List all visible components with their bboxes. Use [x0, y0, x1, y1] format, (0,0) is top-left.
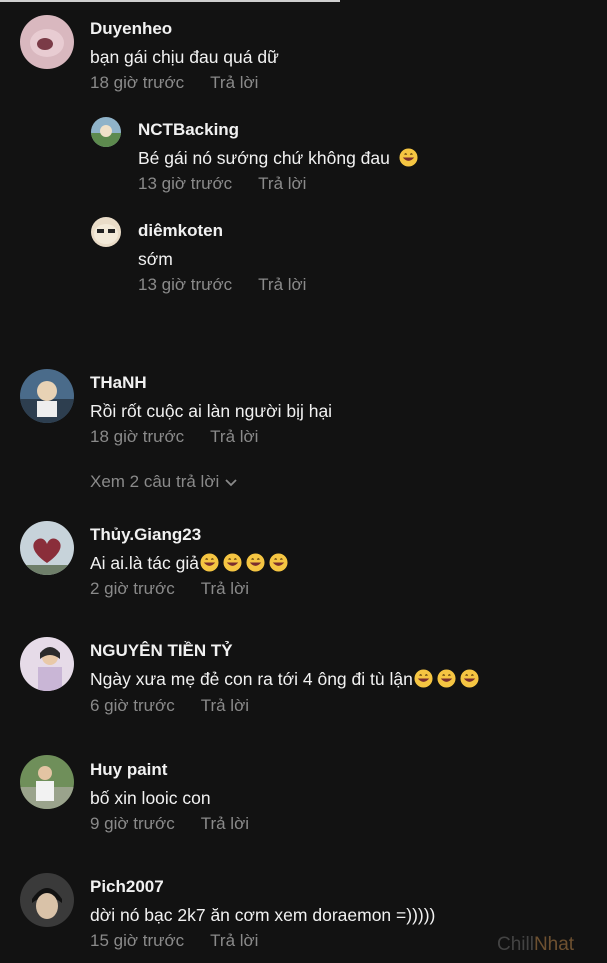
comment-time: 2 giờ trước — [90, 579, 175, 598]
grinning-emoji-icon — [223, 553, 242, 572]
comment-time: 15 giờ trước — [90, 931, 185, 950]
view-replies-button[interactable]: Xem 2 câu trả lời — [90, 472, 237, 492]
comment-text-row: Ai ai.là tác giả — [90, 553, 288, 574]
comment-meta: 13 giờ trước Trả lời — [138, 174, 306, 194]
reply-button[interactable]: Trả lời — [210, 931, 258, 951]
comment-time: 18 giờ trước — [90, 427, 185, 446]
comment-text: Ngày xưa mẹ đẻ con ra tới 4 ông đi tù lậ… — [90, 669, 413, 689]
comment-meta: 15 giờ trước Trả lời — [90, 931, 258, 951]
comment-text: Rồi rốt cuộc ai làn người bịj hại — [90, 401, 333, 421]
avatar[interactable] — [20, 637, 74, 691]
comment-time: 6 giờ trước — [90, 696, 175, 715]
comment-author[interactable]: THaNH — [90, 373, 147, 393]
comment-text: bố xin looic con — [90, 788, 211, 808]
reply-button[interactable]: Trả lời — [201, 579, 249, 599]
comment-meta: 2 giờ trước Trả lời — [90, 579, 249, 599]
comment-text: dời nó bạc 2k7 ăn cơm xem doraemon =))))… — [90, 905, 436, 925]
comment-author[interactable]: Huy paint — [90, 760, 167, 780]
comment-meta: 18 giờ trước Trả lời — [90, 73, 258, 93]
view-replies-label: Xem 2 câu trả lời — [90, 472, 220, 491]
comment-author[interactable]: Pich2007 — [90, 877, 164, 897]
comment-author[interactable]: NGUYÊN TIỀN TỶ — [90, 641, 233, 661]
grinning-emoji-icon — [269, 553, 288, 572]
comment-text: Bé gái nó sướng chứ không đau — [138, 148, 390, 168]
grinning-emoji-icon — [414, 669, 433, 688]
comment-text: bạn gái chịu đau quá dữ — [90, 47, 279, 67]
avatar[interactable] — [91, 217, 121, 247]
grinning-emoji-icon — [460, 669, 479, 688]
comment-meta: 18 giờ trước Trả lời — [90, 427, 258, 447]
reply-button[interactable]: Trả lời — [201, 696, 249, 716]
comment-time: 13 giờ trước — [138, 174, 233, 193]
comment-author[interactable]: diêmkoten — [138, 221, 223, 241]
comment-author[interactable]: Thủy.Giang23 — [90, 525, 201, 545]
grinning-emoji-icon — [399, 148, 418, 167]
avatar[interactable] — [20, 521, 74, 575]
comment-meta: 9 giờ trước Trả lời — [90, 814, 249, 834]
comment-time: 13 giờ trước — [138, 275, 233, 294]
comment-text: Ai ai.là tác giả — [90, 553, 199, 573]
reply-button[interactable]: Trả lời — [210, 73, 258, 93]
comment-text-row: Bé gái nó sướng chứ không đau — [138, 148, 418, 169]
avatar[interactable] — [20, 15, 74, 69]
avatar[interactable] — [20, 369, 74, 423]
grinning-emoji-icon — [246, 553, 265, 572]
comment-meta: 13 giờ trước Trả lời — [138, 275, 306, 295]
reply-button[interactable]: Trả lời — [258, 275, 306, 295]
grinning-emoji-icon — [200, 553, 219, 572]
grinning-emoji-icon — [437, 669, 456, 688]
comment-author[interactable]: Duyenheo — [90, 19, 172, 39]
comment-time: 9 giờ trước — [90, 814, 175, 833]
watermark: ChillNhat — [497, 934, 574, 956]
comment-meta: 6 giờ trước Trả lời — [90, 696, 249, 716]
chevron-down-icon — [225, 479, 237, 487]
avatar[interactable] — [20, 755, 74, 809]
reply-button[interactable]: Trả lời — [210, 427, 258, 447]
comment-text: sớm — [138, 249, 173, 269]
reply-button[interactable]: Trả lời — [258, 174, 306, 194]
scroll-indicator — [0, 0, 340, 2]
comment-time: 18 giờ trước — [90, 73, 185, 92]
reply-button[interactable]: Trả lời — [201, 814, 249, 834]
avatar[interactable] — [20, 873, 74, 927]
avatar[interactable] — [91, 117, 121, 147]
comment-text-row: Ngày xưa mẹ đẻ con ra tới 4 ông đi tù lậ… — [90, 669, 479, 690]
watermark-part2: Nhat — [533, 934, 575, 955]
comment-author[interactable]: NCTBacking — [138, 120, 239, 140]
watermark-part1: Chill — [497, 934, 534, 955]
